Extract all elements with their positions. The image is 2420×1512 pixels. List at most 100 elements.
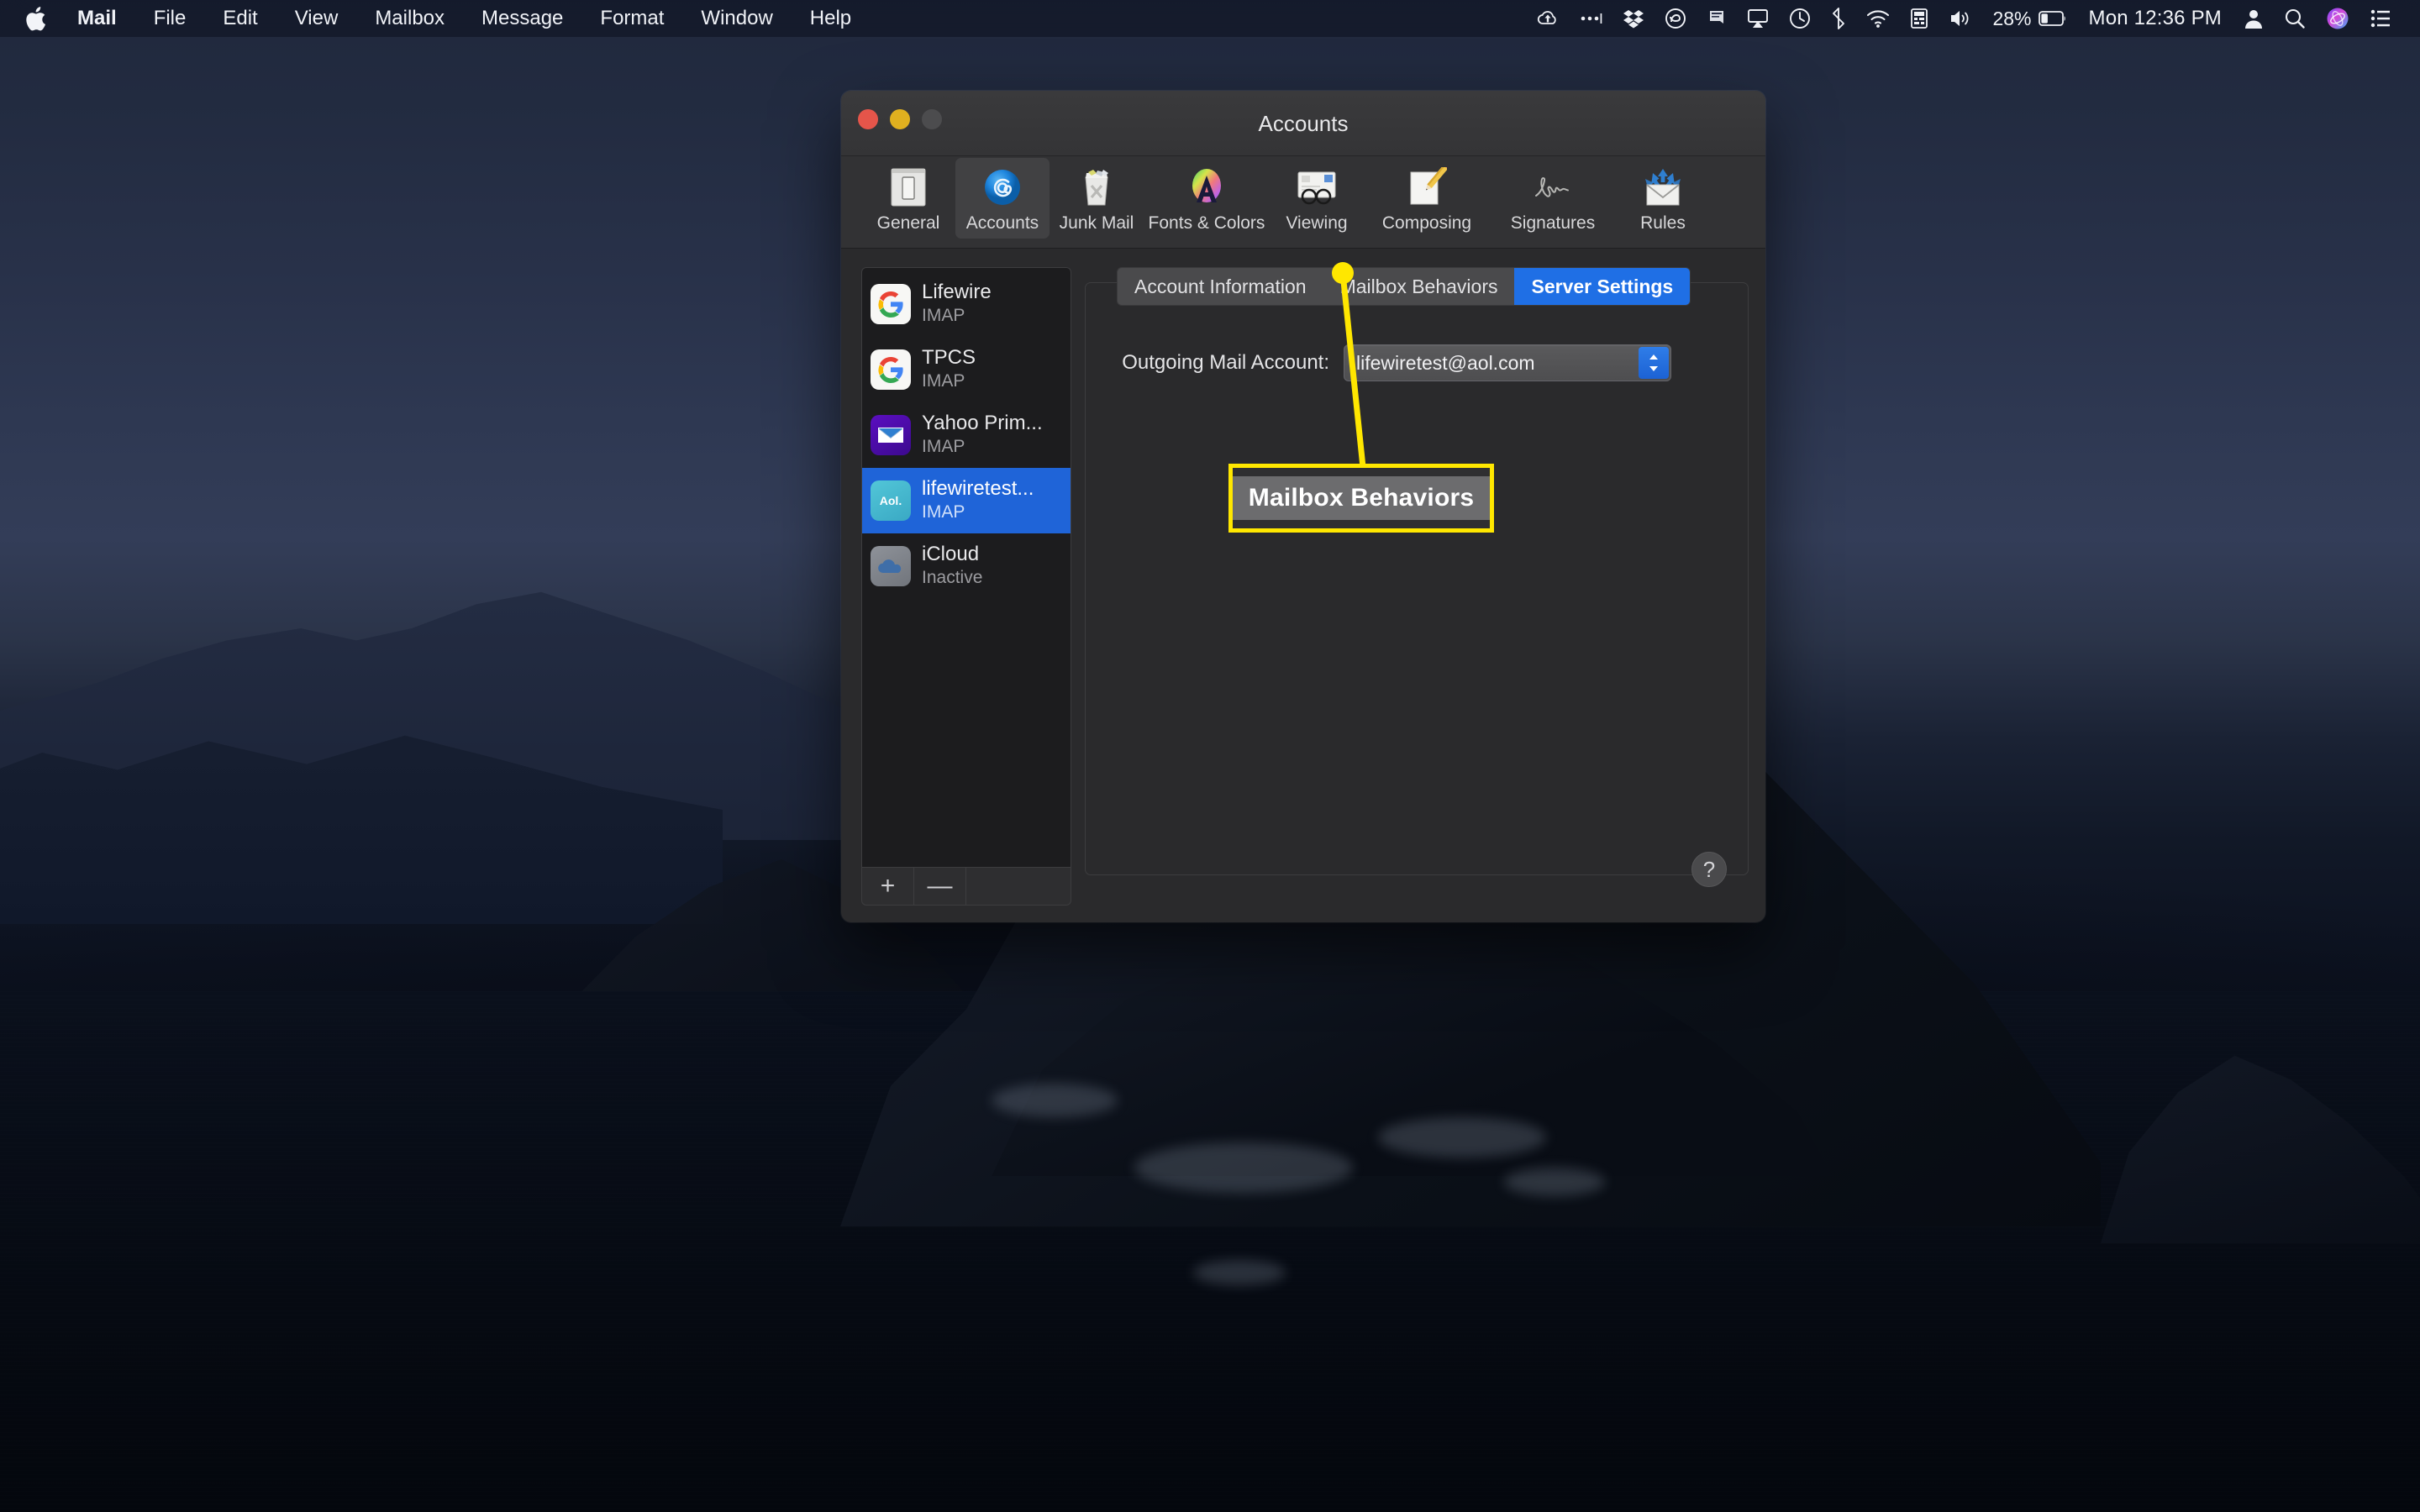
volume-icon[interactable] [1939, 0, 1982, 37]
aol-icon: Aol. [871, 480, 911, 521]
siri-icon[interactable] [2316, 0, 2360, 37]
svg-text:Aol.: Aol. [880, 494, 902, 507]
account-type: IMAP [922, 502, 965, 522]
menu-mail[interactable]: Mail [59, 0, 135, 37]
minimize-button[interactable] [890, 109, 910, 129]
outgoing-mail-account-value: lifewiretest@aol.com [1356, 351, 1535, 374]
menu-edit[interactable]: Edit [204, 0, 276, 37]
menu-window[interactable]: Window [682, 0, 791, 37]
toolbar-item-fonts-colors[interactable]: Fonts & Colors [1144, 158, 1270, 239]
toolbar-item-junk-mail[interactable]: Junk Mail [1050, 158, 1144, 239]
yahoo-icon [871, 415, 911, 455]
icloud-icon [871, 546, 911, 586]
control-center-icon[interactable] [2360, 0, 2402, 37]
menu-format[interactable]: Format [581, 0, 682, 37]
menu-message[interactable]: Message [463, 0, 581, 37]
account-name: lifewiretest... [922, 478, 1034, 501]
account-name: iCloud [922, 543, 980, 566]
time-machine-icon[interactable] [1779, 0, 1821, 37]
outgoing-mail-account-select[interactable]: lifewiretest@aol.com [1344, 344, 1671, 381]
menu-mailbox[interactable]: Mailbox [356, 0, 463, 37]
battery-icon[interactable] [2038, 0, 2077, 37]
account-text: Yahoo Prim... IMAP [922, 412, 1043, 457]
account-name: TPCS [922, 347, 976, 370]
composing-pencil-icon [1404, 165, 1449, 210]
ellipsis-icon[interactable] [1569, 0, 1612, 37]
battery-percent-text: 28% [1992, 7, 2032, 29]
toolbar-item-viewing[interactable]: Viewing [1270, 158, 1364, 239]
window-title: Accounts [1258, 111, 1349, 136]
toolbar-label-accounts: Accounts [965, 213, 1039, 233]
menu-bar-left: Mail File Edit View Mailbox Message Form… [0, 0, 870, 37]
chevron-updown-icon[interactable] [1639, 347, 1669, 379]
accounts-sidebar: Lifewire IMAP TPCS IMAP Yahoo Prim... IM… [861, 267, 1071, 906]
add-account-button[interactable]: + [862, 868, 914, 905]
close-button[interactable] [858, 109, 878, 129]
tab-mailbox-behaviors[interactable]: Mailbox Behaviors [1323, 268, 1515, 305]
general-prefs-icon [886, 165, 931, 210]
input-source-icon[interactable] [1900, 0, 1939, 37]
toolbar-label-fonts-colors: Fonts & Colors [1148, 213, 1265, 233]
airplay-icon[interactable] [1737, 0, 1779, 37]
macos-menu-bar: Mail File Edit View Mailbox Message Form… [0, 0, 2420, 37]
dropbox-icon[interactable] [1612, 0, 1655, 37]
sea-foam [992, 1084, 1118, 1117]
wifi-icon[interactable] [1856, 0, 1900, 37]
toolbar-item-composing[interactable]: Composing [1364, 158, 1490, 239]
account-row-yahoo[interactable]: Yahoo Prim... IMAP [862, 402, 1071, 468]
toolbar-item-general[interactable]: General [861, 158, 955, 239]
creative-cloud-icon[interactable] [1655, 0, 1697, 37]
rules-envelope-icon [1640, 165, 1686, 210]
account-row-lifewiretest[interactable]: Aol. lifewiretest... IMAP [862, 468, 1071, 533]
accounts-list[interactable]: Lifewire IMAP TPCS IMAP Yahoo Prim... IM… [861, 267, 1071, 867]
toolbar-label-general: General [876, 213, 940, 233]
spotlight-search-icon[interactable] [2274, 0, 2316, 37]
account-type: IMAP [922, 437, 965, 457]
toolbar-label-composing: Composing [1381, 213, 1472, 233]
apple-logo-icon[interactable] [24, 4, 49, 33]
toolbar-item-rules[interactable]: Rules [1616, 158, 1710, 239]
sea-foam [1378, 1117, 1546, 1158]
toolbar-label-rules: Rules [1640, 213, 1686, 233]
account-text: iCloud Inactive [922, 543, 982, 588]
cloud-upload-icon[interactable] [1527, 0, 1569, 37]
preferences-body: Lifewire IMAP TPCS IMAP Yahoo Prim... IM… [841, 249, 1765, 922]
battery-percent-label: 28% [1982, 0, 2038, 37]
account-row-tpcs[interactable]: TPCS IMAP [862, 337, 1071, 402]
account-text: TPCS IMAP [922, 347, 976, 391]
accounts-list-toolbar: + — [861, 867, 1071, 906]
tab-account-information[interactable]: Account Information [1118, 268, 1323, 305]
menu-bar-clock[interactable]: Mon 12:36 PM [2077, 7, 2233, 30]
detail-tabs: Account Information Mailbox Behaviors Se… [1117, 267, 1691, 307]
toolbar-item-accounts[interactable]: Accounts [955, 158, 1050, 239]
mail-preferences-window: Accounts General Accounts Junk Mail Font… [841, 91, 1765, 922]
menu-help[interactable]: Help [792, 0, 870, 37]
sea-foam [1193, 1260, 1286, 1285]
menu-view[interactable]: View [276, 0, 357, 37]
toolbar-label-junk-mail: Junk Mail [1059, 213, 1134, 233]
account-row-lifewire[interactable]: Lifewire IMAP [862, 271, 1071, 337]
account-type: Inactive [922, 568, 983, 588]
menu-file[interactable]: File [135, 0, 205, 37]
toolbar-label-viewing: Viewing [1286, 213, 1348, 233]
bluetooth-icon[interactable] [1821, 0, 1856, 37]
accounts-at-icon [980, 165, 1025, 210]
window-traffic-lights [858, 109, 942, 129]
tab-server-settings[interactable]: Server Settings [1514, 268, 1691, 306]
account-row-icloud[interactable]: iCloud Inactive [862, 533, 1071, 599]
google-icon [871, 349, 911, 390]
outgoing-mail-account-label: Outgoing Mail Account: [1122, 351, 1329, 374]
signature-icon [1530, 165, 1576, 210]
help-button[interactable]: ? [1691, 852, 1727, 887]
toolbar-item-signatures[interactable]: Signatures [1490, 158, 1616, 239]
notification-bell-icon[interactable] [1697, 0, 1737, 37]
remove-account-button[interactable]: — [914, 868, 966, 905]
zoom-button [922, 109, 942, 129]
account-text: lifewiretest... IMAP [922, 478, 1034, 522]
sea-foam [1504, 1168, 1605, 1196]
toolbar-label-signatures: Signatures [1510, 213, 1596, 233]
user-account-icon[interactable] [2233, 0, 2274, 37]
viewing-glasses-icon [1294, 165, 1339, 210]
account-type: IMAP [922, 371, 965, 391]
